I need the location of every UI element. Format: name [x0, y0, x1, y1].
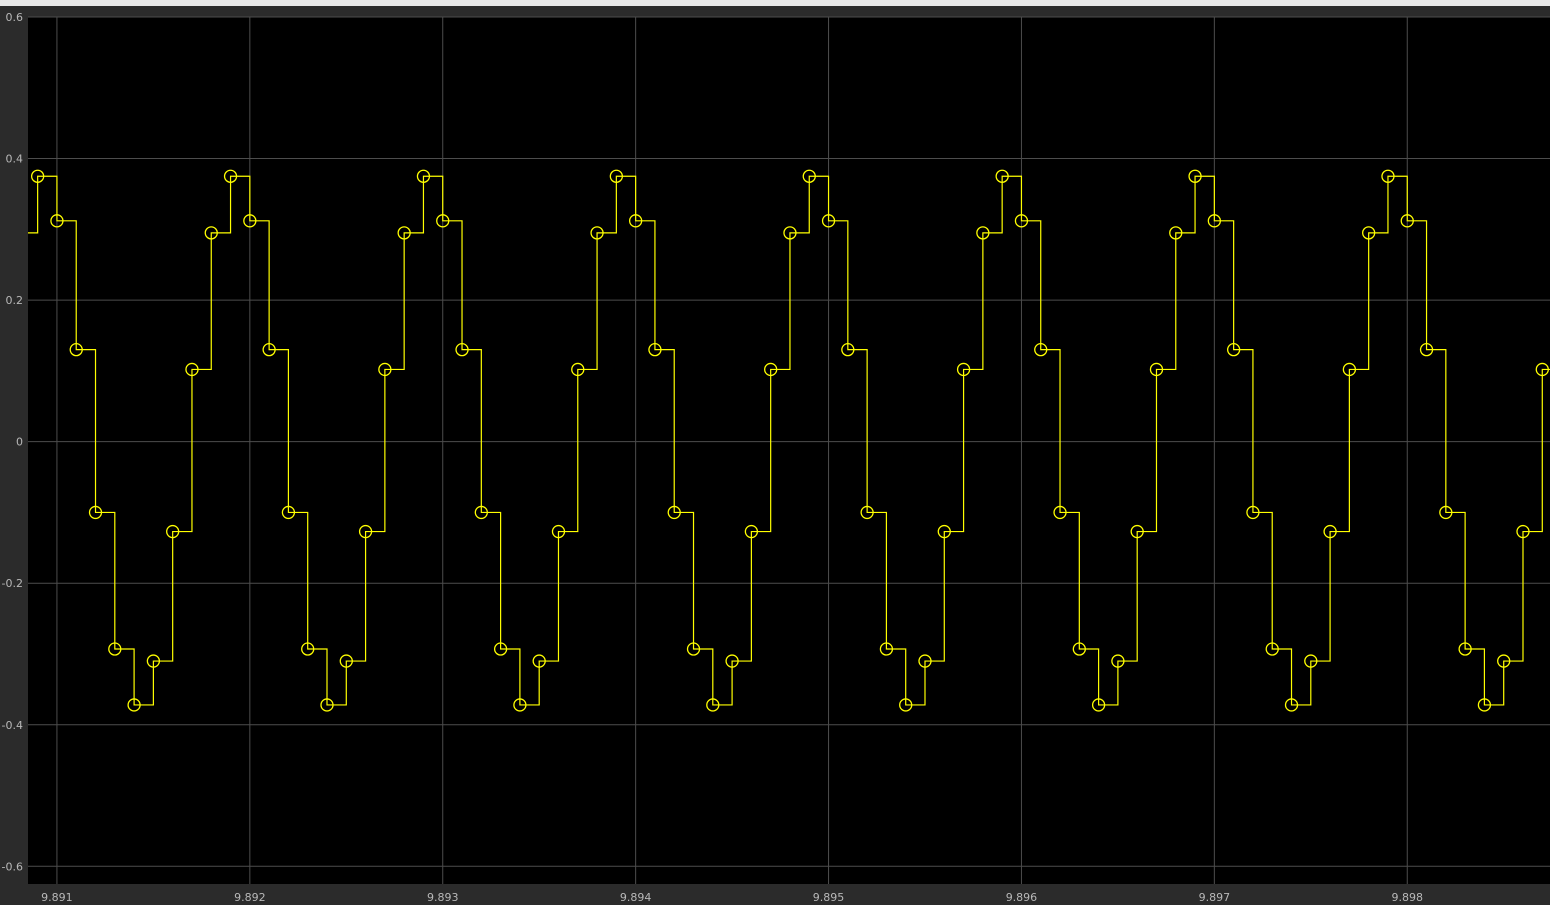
- y-tick-label: 0.2: [6, 294, 24, 307]
- y-tick-label: -0.2: [2, 577, 23, 590]
- x-tick-label: 9.897: [1199, 891, 1231, 904]
- x-tick-label: 9.898: [1392, 891, 1424, 904]
- x-tick-label: 9.892: [234, 891, 266, 904]
- plot-background[interactable]: [28, 17, 1550, 884]
- x-tick-label: 9.894: [620, 891, 652, 904]
- x-tick-label: 9.896: [1006, 891, 1038, 904]
- y-tick-label: 0.4: [6, 153, 24, 166]
- x-tick-label: 9.895: [813, 891, 845, 904]
- y-tick-label: 0.6: [6, 11, 24, 24]
- scope-plot[interactable]: 9.891 9.892 9.893 9.894 9.895 9.896 9.897 9.898…: [0, 0, 1550, 905]
- scope-window: 9.891 9.892 9.893 9.894 9.895 9.896 9.897 9.898…: [0, 0, 1550, 905]
- y-tick-label: -0.4: [2, 719, 23, 732]
- x-tick-label: 9.891: [41, 891, 73, 904]
- x-tick-label: 9.893: [427, 891, 459, 904]
- y-tick-label: -0.6: [2, 860, 23, 873]
- y-tick-label: 0: [16, 436, 23, 449]
